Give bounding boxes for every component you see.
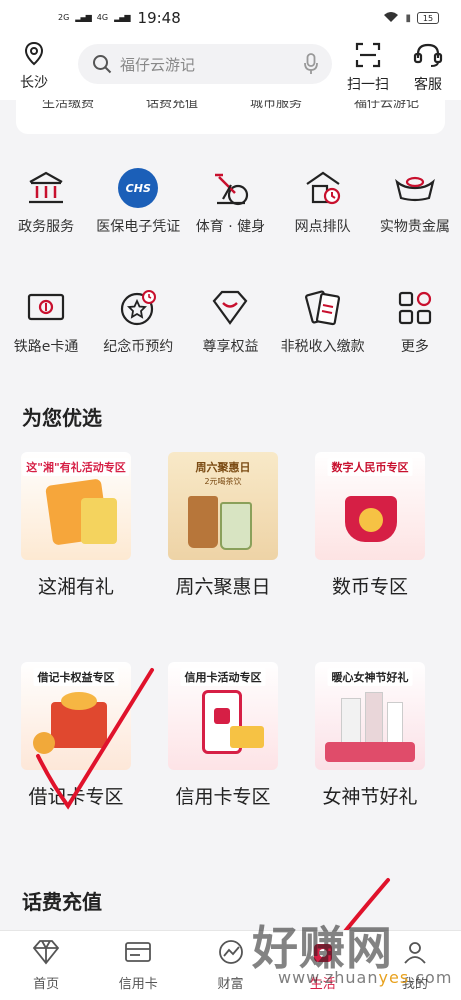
- government-icon: [24, 166, 68, 210]
- privilege-icon: [208, 286, 252, 330]
- shortcut-fuzai-travel[interactable]: 福仔云游记: [354, 100, 419, 111]
- shortcut-phone-topup[interactable]: 话费充值: [146, 100, 198, 111]
- location-pin-icon: [24, 41, 44, 66]
- railway-card-icon: [24, 286, 68, 330]
- vibrate-icon: ▮: [405, 12, 411, 24]
- shortcut-city-service[interactable]: 城市服务: [250, 100, 302, 111]
- service-branch-queue[interactable]: 网点排队: [277, 166, 369, 237]
- recommend-title: 为您优选: [22, 406, 102, 430]
- commemorative-coin-icon: [116, 286, 160, 330]
- diamond-icon: [32, 940, 60, 965]
- location-selector[interactable]: 长沙: [12, 41, 56, 92]
- quick-shortcut-card: 生活缴费 话费充值 城市服务 福仔云游记: [16, 100, 445, 134]
- service-railway-card[interactable]: 铁路e卡通: [0, 286, 92, 357]
- wealth-chart-icon: [218, 940, 243, 964]
- tab-credit-card[interactable]: 信用卡: [92, 931, 184, 1000]
- non-tax-payment-icon: [301, 286, 345, 330]
- gold-ingot-icon: [393, 166, 437, 210]
- service-commemorative-coin[interactable]: 纪念币预约: [92, 286, 184, 357]
- exercise-bike-icon: [208, 166, 252, 210]
- location-label: 长沙: [20, 75, 48, 91]
- search-icon: [93, 55, 112, 74]
- user-icon: [404, 942, 426, 964]
- search-input[interactable]: 福仔云游记: [120, 54, 304, 75]
- chs-medical-insurance-icon: CHS: [116, 166, 160, 210]
- service-medical-insurance[interactable]: CHS 医保电子凭证: [92, 166, 184, 237]
- promo-saturday-deal[interactable]: 周六聚惠日 2元喝茶饮 周六聚惠日: [163, 452, 283, 599]
- promo-credit-card[interactable]: 信用卡活动专区 信用卡专区: [163, 662, 283, 809]
- watermark-url: www.zhuanyes.com: [278, 968, 453, 987]
- topup-title: 话费充值: [22, 890, 102, 914]
- service-precious-metal[interactable]: 实物贵金属: [369, 166, 461, 237]
- scan-button[interactable]: 扫一扫: [344, 42, 392, 94]
- search-bar[interactable]: 福仔云游记: [78, 44, 332, 84]
- service-non-tax-payment[interactable]: 非税收入缴款: [277, 286, 369, 357]
- promo-digital-rmb[interactable]: 数字人民币专区 数币专区: [310, 452, 430, 599]
- service-privilege[interactable]: 尊享权益: [184, 286, 276, 357]
- top-header: 长沙 福仔云游记 扫一扫 客服: [0, 36, 461, 100]
- signal-4g: 4G: [96, 13, 109, 22]
- microphone-icon[interactable]: [304, 53, 318, 75]
- battery-indicator: 15: [417, 12, 439, 24]
- annotation-checkmark-1: [36, 668, 154, 810]
- branch-queue-icon: [301, 166, 345, 210]
- service-more[interactable]: 更多: [369, 286, 461, 357]
- more-grid-icon: [393, 286, 437, 330]
- shortcut-life-payment[interactable]: 生活缴费: [42, 100, 94, 111]
- promo-xiang-gift[interactable]: 这"湘"有礼活动专区 这湘有礼: [16, 452, 136, 599]
- tab-home[interactable]: 首页: [0, 931, 92, 1000]
- service-sports-fitness[interactable]: 体育 · 健身: [184, 166, 276, 237]
- service-grid-row-1: 政务服务 CHS 医保电子凭证 体育 · 健身 网点排队 实物贵金属: [0, 166, 461, 237]
- service-government[interactable]: 政务服务: [0, 166, 92, 237]
- headset-icon: [413, 43, 443, 67]
- service-grid-row-2: 铁路e卡通 纪念币预约 尊享权益 非税收入缴款 更多: [0, 286, 461, 357]
- wifi-icon: [383, 11, 399, 26]
- status-bar: 2G ▂▄▆ 4G ▂▄▆ 19:48 ▮ 15: [0, 0, 461, 36]
- clock: 19:48: [137, 9, 181, 27]
- promo-womens-day[interactable]: 暖心女神节好礼 女神节好礼: [310, 662, 430, 809]
- signal-2g: 2G: [58, 13, 70, 22]
- credit-card-icon: [125, 942, 152, 962]
- scan-icon: [355, 42, 381, 68]
- customer-service-button[interactable]: 客服: [404, 42, 452, 94]
